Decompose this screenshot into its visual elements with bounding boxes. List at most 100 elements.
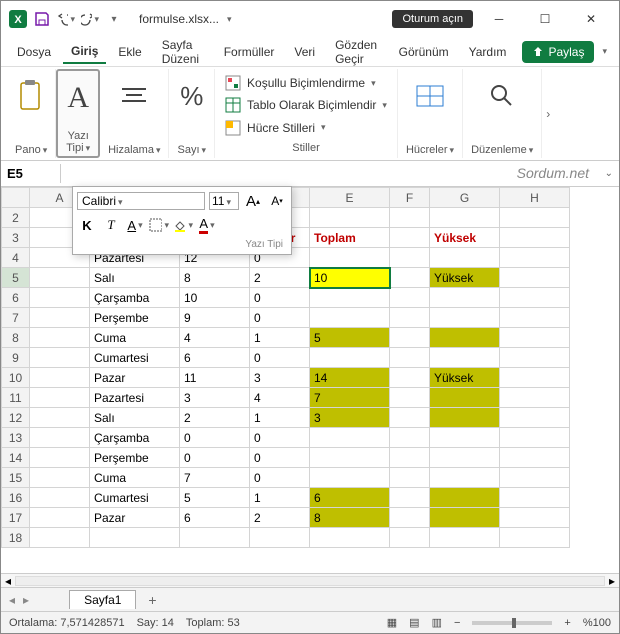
tab-yardim[interactable]: Yardım — [461, 41, 515, 63]
cell-F9[interactable] — [390, 348, 430, 368]
cell-A5[interactable] — [30, 268, 90, 288]
cell-A9[interactable] — [30, 348, 90, 368]
cell-F18[interactable] — [390, 528, 430, 548]
tab-dosya[interactable]: Dosya — [9, 41, 59, 63]
cell-H3[interactable] — [500, 228, 570, 248]
cell-C13[interactable]: 0 — [180, 428, 250, 448]
share-dropdown-icon[interactable]: ▾ — [598, 46, 611, 57]
cell-H14[interactable] — [500, 448, 570, 468]
format-as-table-button[interactable]: Tablo Olarak Biçimlendir▾ — [225, 95, 387, 115]
cell-B10[interactable]: Pazar — [90, 368, 180, 388]
cell-E7[interactable] — [310, 308, 390, 328]
row-header-2[interactable]: 2 — [2, 208, 30, 228]
undo-icon[interactable] — [57, 10, 75, 28]
zoom-in-icon[interactable]: + — [564, 617, 570, 629]
cell-A7[interactable] — [30, 308, 90, 328]
cell-H11[interactable] — [500, 388, 570, 408]
formula-expand-icon[interactable]: ⌄ — [599, 168, 619, 179]
view-page-layout-icon[interactable]: ▤ — [409, 616, 419, 629]
row-header-4[interactable]: 4 — [2, 248, 30, 268]
cell-D18[interactable] — [250, 528, 310, 548]
cell-B12[interactable]: Salı — [90, 408, 180, 428]
save-icon[interactable] — [33, 10, 51, 28]
cell-E13[interactable] — [310, 428, 390, 448]
cell-G14[interactable] — [430, 448, 500, 468]
cell-E18[interactable] — [310, 528, 390, 548]
cell-D5[interactable]: 2 — [250, 268, 310, 288]
cell-C14[interactable]: 0 — [180, 448, 250, 468]
minimize-icon[interactable]: ─ — [479, 5, 519, 33]
cell-E10[interactable]: 14 — [310, 368, 390, 388]
tab-nav-next-icon[interactable]: ▸ — [23, 593, 29, 607]
scroll-right-icon[interactable]: ▸ — [609, 574, 615, 588]
group-sayi-label[interactable]: Sayı — [177, 144, 206, 156]
italic-button[interactable]: T — [101, 215, 121, 235]
cell-C18[interactable] — [180, 528, 250, 548]
cell-G11[interactable] — [430, 388, 500, 408]
cell-B17[interactable]: Pazar — [90, 508, 180, 528]
cell-A15[interactable] — [30, 468, 90, 488]
horizontal-scrollbar[interactable]: ◂ ▸ — [1, 573, 619, 587]
cell-G13[interactable] — [430, 428, 500, 448]
cell-C12[interactable]: 2 — [180, 408, 250, 428]
cell-H12[interactable] — [500, 408, 570, 428]
cell-C11[interactable]: 3 — [180, 388, 250, 408]
conditional-formatting-button[interactable]: Koşullu Biçimlendirme▾ — [225, 73, 376, 93]
row-header-17[interactable]: 17 — [2, 508, 30, 528]
cells-icon[interactable] — [415, 71, 445, 121]
cell-G4[interactable] — [430, 248, 500, 268]
signin-button[interactable]: Oturum açın — [392, 10, 473, 28]
cell-A13[interactable] — [30, 428, 90, 448]
cell-G8[interactable] — [430, 328, 500, 348]
name-box[interactable]: E5 — [1, 164, 61, 183]
group-hucreler-label[interactable]: Hücreler — [406, 144, 454, 156]
col-header-G[interactable]: G — [430, 188, 500, 208]
redo-icon[interactable] — [81, 10, 99, 28]
cell-G3[interactable]: Yüksek — [430, 228, 500, 248]
cell-H7[interactable] — [500, 308, 570, 328]
maximize-icon[interactable]: ☐ — [525, 5, 565, 33]
cell-A10[interactable] — [30, 368, 90, 388]
tab-formuller[interactable]: Formüller — [216, 41, 283, 63]
cell-B14[interactable]: Perşembe — [90, 448, 180, 468]
cell-G10[interactable]: Yüksek — [430, 368, 500, 388]
group-hizalama-label[interactable]: Hizalama — [108, 144, 160, 156]
cell-A8[interactable] — [30, 328, 90, 348]
cell-A6[interactable] — [30, 288, 90, 308]
cell-D9[interactable]: 0 — [250, 348, 310, 368]
row-header-8[interactable]: 8 — [2, 328, 30, 348]
tab-giris[interactable]: Giriş — [63, 40, 106, 64]
tab-veri[interactable]: Veri — [286, 41, 323, 63]
tab-gozden-gecir[interactable]: Gözden Geçir — [327, 34, 387, 70]
increase-font-icon[interactable]: A▴ — [243, 191, 263, 211]
row-header-5[interactable]: 5 — [2, 268, 30, 288]
cell-E16[interactable]: 6 — [310, 488, 390, 508]
cell-C5[interactable]: 8 — [180, 268, 250, 288]
percent-icon[interactable]: % — [180, 71, 203, 121]
cell-D6[interactable]: 0 — [250, 288, 310, 308]
scroll-left-icon[interactable]: ◂ — [5, 574, 11, 588]
cell-F17[interactable] — [390, 508, 430, 528]
select-all-cell[interactable] — [2, 188, 30, 208]
cell-D12[interactable]: 1 — [250, 408, 310, 428]
cell-F5[interactable] — [390, 268, 430, 288]
editing-icon[interactable] — [489, 71, 515, 121]
sheet-tab-1[interactable]: Sayfa1 — [69, 590, 136, 609]
font-color-button[interactable]: A — [197, 215, 217, 235]
underline-button[interactable]: A — [125, 215, 145, 235]
align-icon[interactable] — [120, 71, 148, 121]
row-header-13[interactable]: 13 — [2, 428, 30, 448]
cell-G17[interactable] — [430, 508, 500, 528]
cell-D14[interactable]: 0 — [250, 448, 310, 468]
cell-E17[interactable]: 8 — [310, 508, 390, 528]
font-selector[interactable]: Calibri — [77, 192, 205, 210]
row-header-12[interactable]: 12 — [2, 408, 30, 428]
col-header-E[interactable]: E — [310, 188, 390, 208]
group-yazi-tipi[interactable]: A Yazı Tipi — [56, 69, 100, 158]
cell-G16[interactable] — [430, 488, 500, 508]
close-icon[interactable]: ✕ — [571, 5, 611, 33]
cell-E4[interactable] — [310, 248, 390, 268]
row-header-9[interactable]: 9 — [2, 348, 30, 368]
row-header-7[interactable]: 7 — [2, 308, 30, 328]
font-size-selector[interactable]: 11 — [209, 192, 239, 210]
